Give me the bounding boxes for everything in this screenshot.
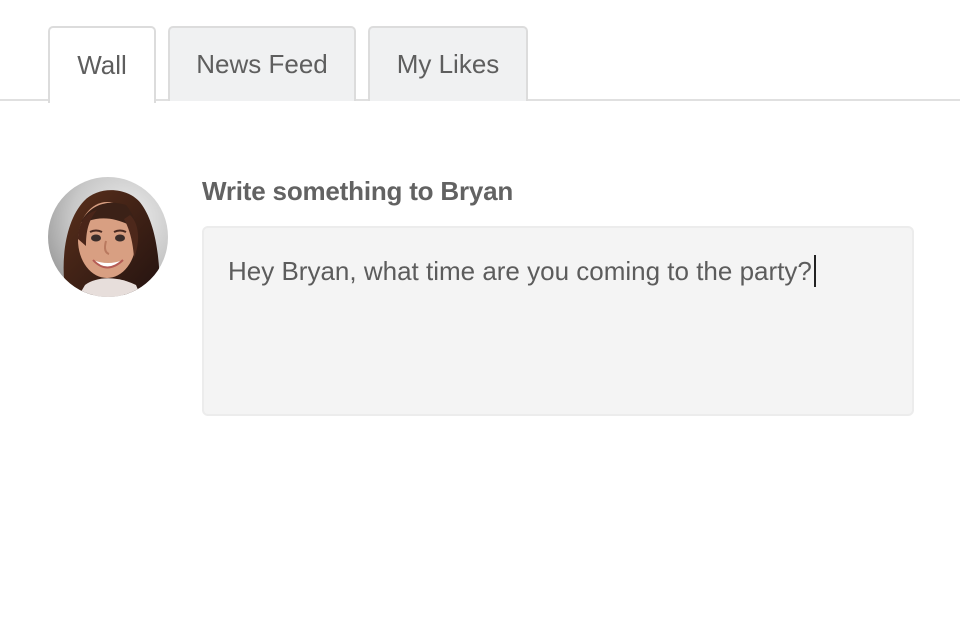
- composer-label: Write something to Bryan: [202, 176, 514, 206]
- tab-my-likes-label: My Likes: [396, 49, 500, 79]
- text-caret: [813, 255, 816, 287]
- tab-wall[interactable]: Wall: [48, 26, 156, 103]
- tab-news-feed-label: News Feed: [196, 49, 328, 79]
- tab-news-feed[interactable]: News Feed: [168, 26, 356, 101]
- user-photo-icon: [48, 177, 168, 297]
- wall-post-input-value: Hey Bryan, what time are you coming to t…: [228, 256, 812, 286]
- wall-post-input[interactable]: Hey Bryan, what time are you coming to t…: [202, 226, 914, 416]
- tab-my-likes[interactable]: My Likes: [368, 26, 528, 101]
- profile-tabs: Wall News Feed My Likes: [0, 0, 960, 103]
- tab-wall-label: Wall: [77, 50, 127, 80]
- avatar: [48, 177, 168, 297]
